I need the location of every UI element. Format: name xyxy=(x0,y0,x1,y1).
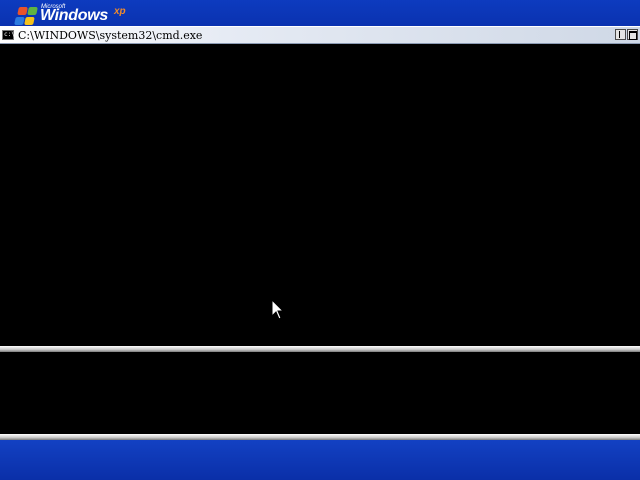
restore-button[interactable] xyxy=(615,29,626,40)
windows-flag-icon xyxy=(12,6,38,26)
console-output-area[interactable] xyxy=(0,44,640,350)
mouse-pointer-icon xyxy=(271,299,285,320)
window-title: C:\WINDOWS\system32\cmd.exe xyxy=(18,29,203,42)
logo-brand-suffix: xp xyxy=(114,6,126,17)
maximize-button[interactable] xyxy=(627,29,638,40)
desktop-top-strip: Microsoft Windows xp xyxy=(0,0,640,26)
cmd-window[interactable]: c:\ C:\WINDOWS\system32\cmd.exe xyxy=(0,26,640,440)
logo-brand-name: Windows xyxy=(40,7,108,24)
windows-xp-logo: Microsoft Windows xp xyxy=(14,3,134,25)
cmd-icon-glyph: c:\ xyxy=(4,31,15,38)
cmd-icon[interactable]: c:\ xyxy=(2,30,15,40)
window-titlebar[interactable]: c:\ C:\WINDOWS\system32\cmd.exe xyxy=(0,26,640,44)
desktop-bottom-strip xyxy=(0,440,640,480)
console-lower-area[interactable] xyxy=(0,352,640,434)
